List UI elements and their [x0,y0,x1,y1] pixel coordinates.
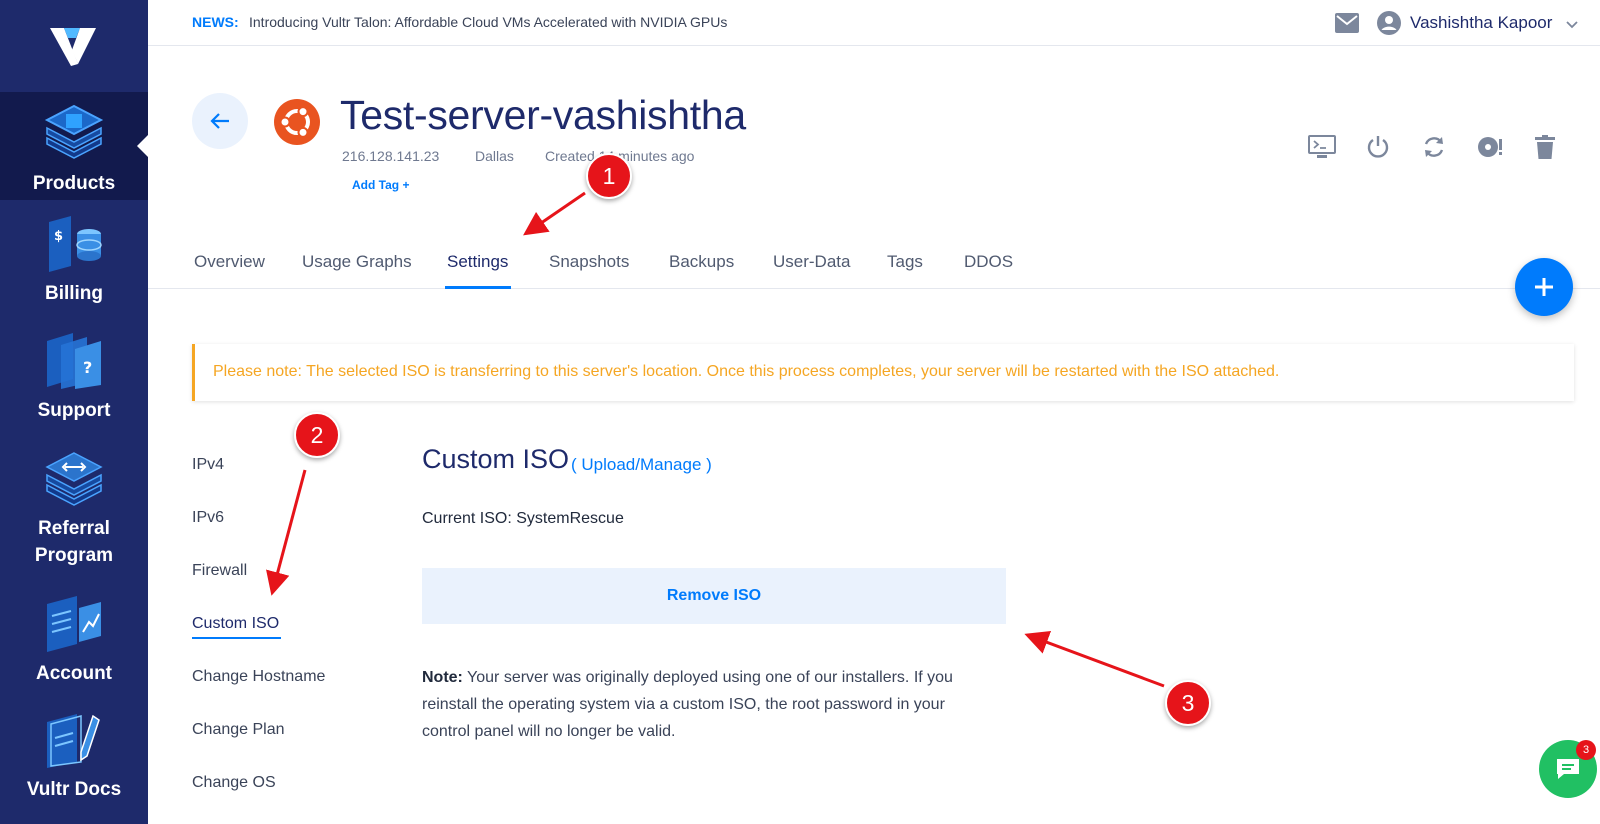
sidebar-item-docs[interactable]: Vultr Docs [0,712,148,803]
page-title: Test-server-vashishtha [340,92,746,138]
trash-icon[interactable] [1530,132,1560,162]
installer-note: Note: Your server was originally deploye… [422,664,982,745]
back-button[interactable] [192,93,248,149]
tab-snapshots[interactable]: Snapshots [549,252,629,272]
plus-icon [1535,278,1553,296]
server-ip: 216.128.141.23 [342,148,440,164]
console-icon[interactable] [1307,132,1337,162]
chat-unread-badge: 3 [1576,740,1596,760]
sidebar-item-label: Referral Program [34,518,114,566]
settings-item-change-hostname[interactable]: Change Hostname [192,668,325,686]
arrow-3 [1024,631,1165,688]
mail-icon[interactable] [1335,13,1359,38]
sidebar-item-billing[interactable]: $ Billing [0,216,148,307]
arrow-left-icon [210,113,229,129]
add-tag-button[interactable]: Add Tag + [352,178,409,192]
note-label: Note: [422,669,463,686]
iso-transfer-notice: Please note: The selected ISO is transfe… [192,344,1574,401]
server-location: Dallas [475,148,514,164]
note-text: Your server was originally deployed usin… [422,669,953,740]
sidebar-item-referral[interactable]: Referral Program [0,451,148,569]
chevron-down-icon[interactable] [1566,16,1578,34]
svg-text:?: ? [83,358,92,377]
settings-item-custom-iso[interactable]: Custom ISO [192,615,279,633]
sidebar: Products $ Billing ? Support Referral Pr… [0,0,148,824]
tab-settings[interactable]: Settings [447,252,508,272]
sidebar-item-label: Products [32,173,116,194]
news-link[interactable]: Introducing Vultr Talon: Affordable Clou… [249,14,727,30]
support-question-icon: ? [47,333,101,389]
top-bar: NEWS: Introducing Vultr Talon: Affordabl… [148,0,1600,46]
sidebar-item-label: Billing [44,283,104,304]
tab-tags[interactable]: Tags [887,252,923,272]
remove-iso-button[interactable]: Remove ISO [422,568,1006,624]
active-setting-indicator [192,637,281,639]
news-label: NEWS: [192,14,239,30]
svg-text:$: $ [54,229,63,244]
current-iso-text: Current ISO: SystemRescue [422,510,624,527]
sidebar-item-account[interactable]: Account [0,596,148,687]
tab-overview[interactable]: Overview [194,252,265,272]
ubuntu-icon [274,99,320,150]
tab-bar: Overview Usage Graphs Settings Snapshots… [148,240,1600,289]
power-icon[interactable] [1363,132,1393,162]
active-tab-indicator [445,286,511,289]
account-chart-icon [47,596,101,652]
sidebar-item-label: Support [37,400,111,421]
annotation-badge-3: 3 [1165,680,1211,726]
settings-item-firewall[interactable]: Firewall [192,562,247,580]
notice-text: Please note: The selected ISO is transfe… [213,363,1280,380]
products-stack-icon [44,104,104,159]
sidebar-item-label: Vultr Docs [26,779,122,800]
annotation-badge-1: 1 [586,153,632,199]
arrow-1 [523,191,586,236]
add-button[interactable] [1515,258,1573,316]
settings-item-change-os[interactable]: Change OS [192,774,276,792]
referral-arrows-icon [45,452,103,506]
docs-pencil-icon [47,714,100,768]
tab-usage-graphs[interactable]: Usage Graphs [302,252,412,272]
settings-item-ipv6[interactable]: IPv6 [192,509,224,527]
settings-item-change-plan[interactable]: Change Plan [192,721,285,739]
tab-backups[interactable]: Backups [669,252,734,272]
section-title: Custom ISO [422,444,570,474]
annotation-badge-2: 2 [294,412,340,458]
user-avatar-icon[interactable] [1377,11,1401,40]
billing-coins-icon: $ [49,216,102,272]
sidebar-item-products[interactable]: Products [0,92,148,200]
restart-icon[interactable] [1419,132,1449,162]
vultr-logo[interactable] [0,0,148,92]
sidebar-item-support[interactable]: ? Support [0,333,148,424]
upload-manage-link[interactable]: ( Upload/Manage ) [571,455,712,475]
settings-item-ipv4[interactable]: IPv4 [192,456,224,474]
tab-user-data[interactable]: User-Data [773,252,850,272]
tab-ddos[interactable]: DDOS [964,252,1013,272]
user-name[interactable]: Vashishtha Kapoor [1410,13,1552,33]
sidebar-item-label: Account [36,663,112,684]
reinstall-disk-icon[interactable] [1475,132,1505,162]
chat-bubble-icon [1557,759,1579,779]
arrow-2 [266,469,307,596]
